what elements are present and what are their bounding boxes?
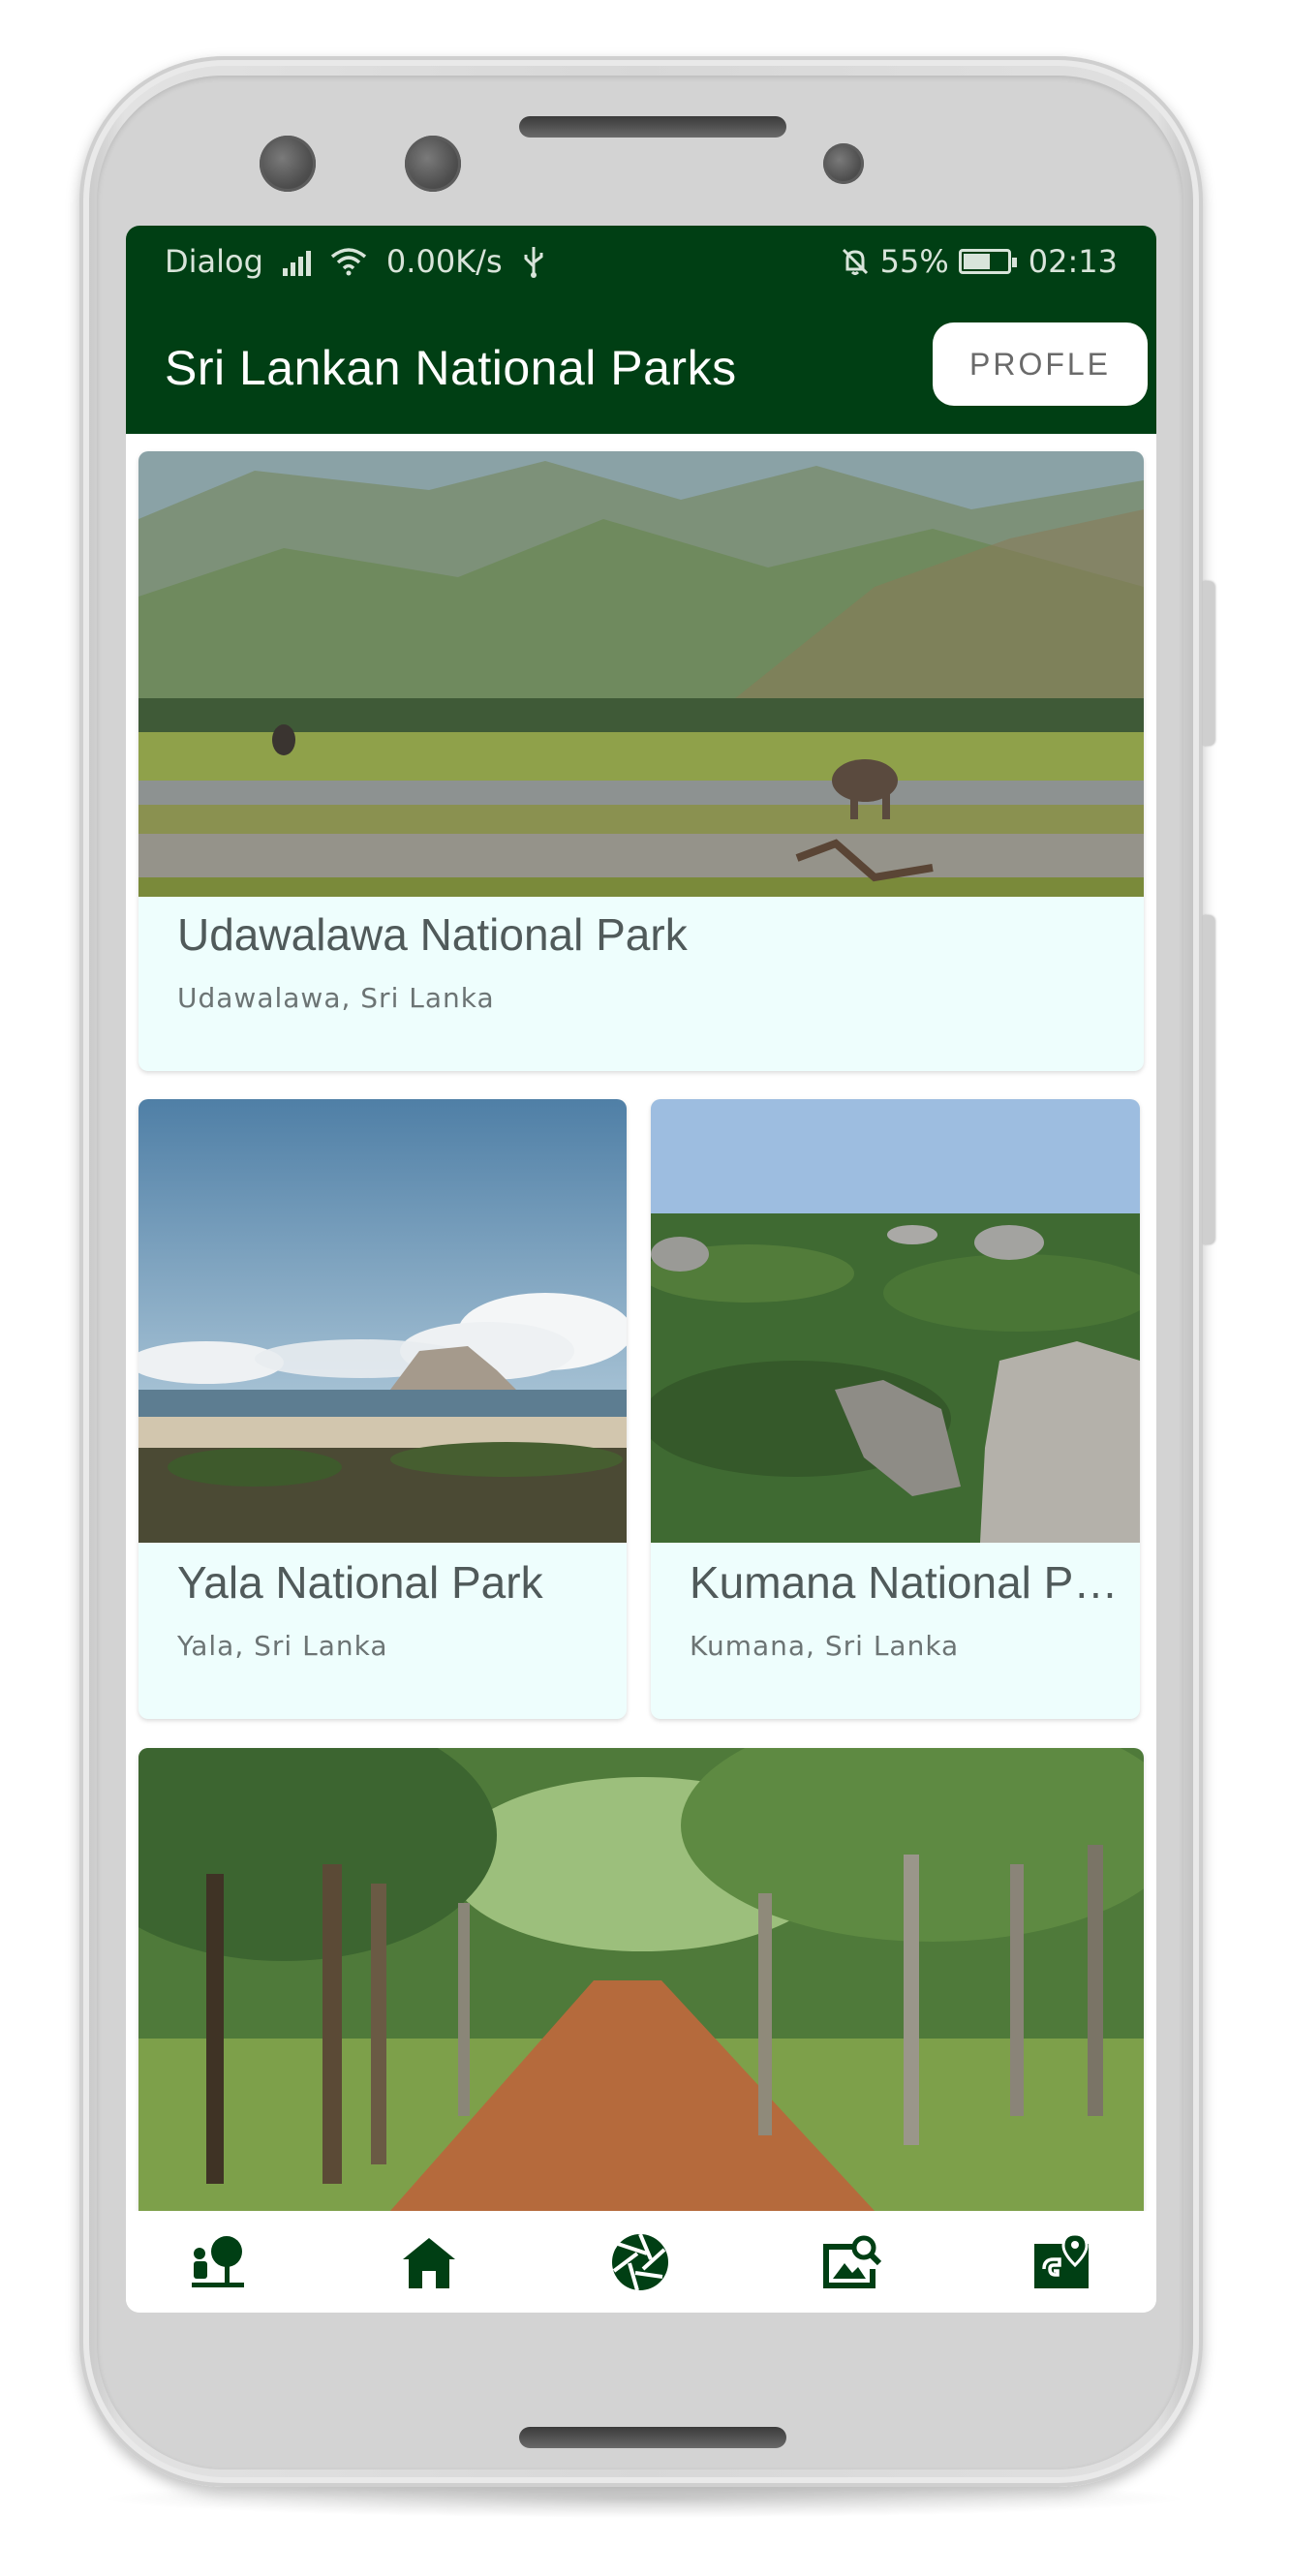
camera-shutter-icon	[612, 2233, 668, 2291]
nav-camera[interactable]	[597, 2219, 684, 2306]
earpiece-speaker	[519, 116, 786, 138]
usb-icon	[524, 247, 543, 278]
nav-gallery-search[interactable]	[808, 2219, 895, 2306]
bottom-navigation	[126, 2211, 1156, 2313]
map-location-icon	[1034, 2232, 1089, 2288]
sensor-icon	[260, 136, 316, 192]
front-camera-icon	[405, 136, 461, 192]
nav-map[interactable]	[1019, 2219, 1106, 2306]
park-name: Udawalawa National Park	[177, 909, 688, 960]
net-speed-label: 0.00K/s	[385, 243, 503, 280]
park-location: Udawalawa, Sri Lanka	[177, 982, 495, 1014]
nav-home[interactable]	[385, 2219, 473, 2306]
home-icon	[403, 2238, 455, 2288]
power-button	[1203, 581, 1214, 746]
park-photo-yala	[138, 1099, 627, 1543]
park-card-forest[interactable]	[138, 1748, 1144, 2252]
battery-icon	[958, 249, 1017, 274]
signal-icon	[282, 247, 311, 276]
park-photo-kumana	[651, 1099, 1140, 1543]
battery-percent: 55%	[879, 243, 949, 280]
park-photo-forest	[138, 1748, 1144, 2211]
page-title: Sri Lankan National Parks	[165, 341, 737, 395]
profile-button[interactable]: PROFLE	[933, 322, 1148, 406]
clock: 02:13	[1028, 243, 1118, 280]
park-card-kumana[interactable]: Kumana National Park Kumana, Sri Lanka	[651, 1099, 1140, 1719]
volume-button	[1203, 915, 1214, 1244]
wifi-icon	[330, 248, 367, 276]
park-name: Yala National Park	[177, 1557, 543, 1608]
mute-bell-icon	[842, 248, 868, 275]
status-bar: Dialog 0.00K/s 55% 02:13	[126, 226, 1156, 303]
park-photo-udawalawa	[138, 451, 1144, 897]
nav-nature-person[interactable]	[174, 2219, 261, 2306]
park-card-yala[interactable]: Yala National Park Yala, Sri Lanka	[138, 1099, 627, 1719]
park-location: Yala, Sri Lanka	[177, 1630, 388, 1662]
park-location: Kumana, Sri Lanka	[690, 1630, 960, 1662]
carrier-label: Dialog	[165, 243, 263, 280]
image-search-icon	[823, 2235, 882, 2288]
bottom-speaker	[519, 2427, 786, 2448]
app-screen: Dialog 0.00K/s 55% 02:13 Sri Lankan Nati…	[126, 226, 1156, 2313]
proximity-sensor-icon	[823, 143, 864, 184]
park-card-udawalawa[interactable]: Udawalawa National Park Udawalawa, Sri L…	[138, 451, 1144, 1071]
app-bar: Dialog 0.00K/s 55% 02:13 Sri Lankan Nati…	[126, 226, 1156, 434]
nature-person-icon	[192, 2236, 244, 2287]
park-name: Kumana National Park	[690, 1557, 1133, 1608]
